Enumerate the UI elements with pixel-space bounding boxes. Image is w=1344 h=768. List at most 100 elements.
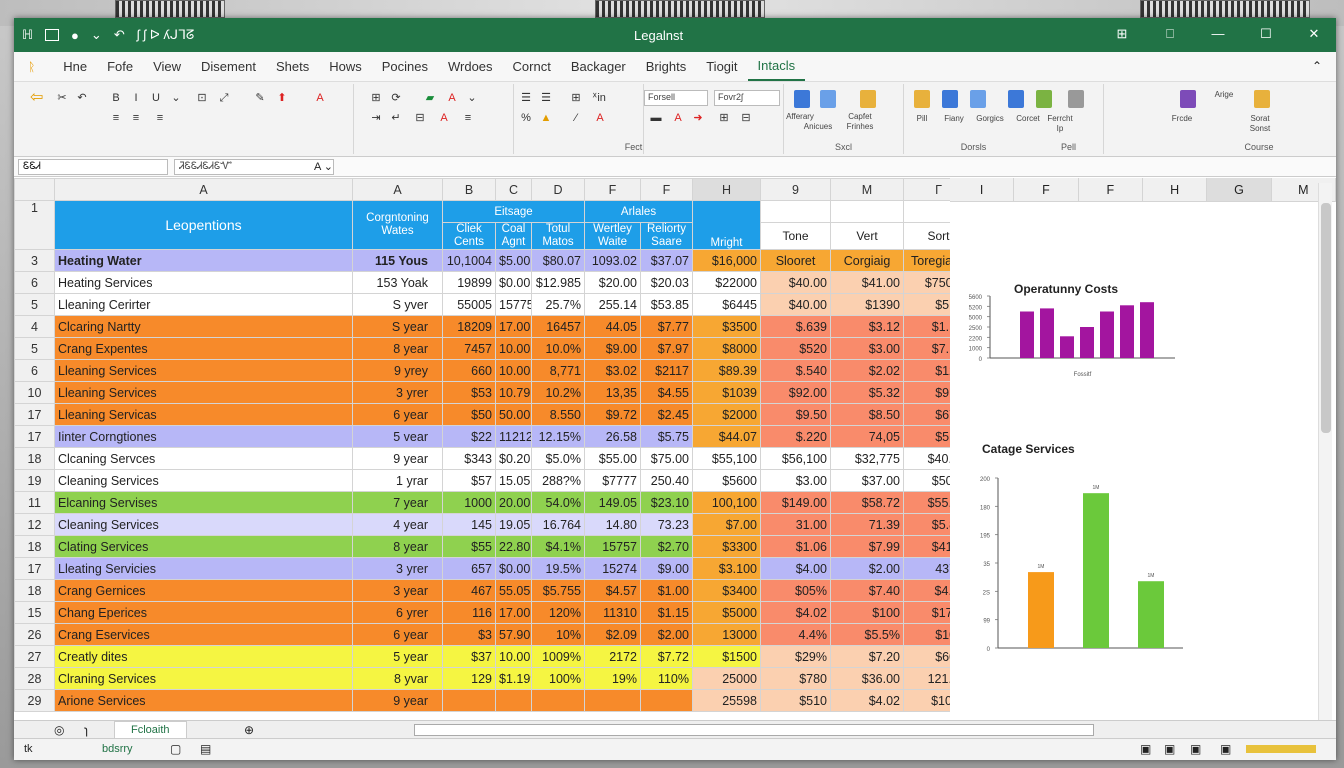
font-color-icon[interactable]: A [672, 112, 684, 124]
value-cell[interactable]: $149.00 [760, 491, 831, 514]
value-cell[interactable]: 7 year [352, 491, 443, 514]
value-cell[interactable]: $7777 [584, 469, 641, 492]
value-cell[interactable]: $55.00 [584, 447, 641, 470]
tab-2[interactable]: View [143, 53, 191, 80]
border-icon[interactable]: ⊡ [196, 92, 208, 104]
row-number[interactable]: 12 [14, 513, 55, 536]
value-cell[interactable]: 55005 [442, 293, 496, 316]
chart-icon[interactable] [820, 90, 836, 108]
value-cell[interactable]: $4.55 [640, 381, 693, 404]
formula-input[interactable]: ᏘᏋᏋᏗᏋᏗᏋᏉ [174, 159, 334, 175]
header-total-matos[interactable]: Totul Matos [531, 222, 585, 250]
value-cell[interactable]: 9 year [352, 447, 443, 470]
value-cell[interactable]: 6 year [352, 403, 443, 426]
sheet-tab[interactable]: Fcloaith [114, 721, 187, 739]
value-cell[interactable]: 19899 [442, 271, 496, 294]
value-cell[interactable]: $7.00 [692, 513, 761, 536]
column-header-1[interactable]: A [352, 178, 443, 201]
align-center-icon[interactable]: ≡ [130, 112, 142, 124]
location-cell[interactable]: Clating Services [54, 535, 353, 558]
value-cell[interactable]: 1 yrar [352, 469, 443, 492]
row-number[interactable]: 11 [14, 491, 55, 514]
value-cell[interactable]: 100,100 [692, 491, 761, 514]
row-number[interactable]: 6 [14, 271, 55, 294]
arrow-icon[interactable]: ➜ [692, 112, 704, 124]
chevron-down-icon[interactable]: ⌄ [91, 27, 102, 43]
value-cell[interactable]: 16.764 [531, 513, 585, 536]
location-cell[interactable]: Iinter Corngtiones [54, 425, 353, 448]
value-cell[interactable]: $50 [442, 403, 496, 426]
location-cell[interactable]: Elcaning Servises [54, 491, 353, 514]
bar-chart-icon[interactable] [942, 90, 958, 108]
fill-icon[interactable]: ▰ [424, 92, 436, 104]
value-cell[interactable]: $8.50 [830, 403, 904, 426]
row-number[interactable]: 4 [14, 315, 55, 338]
minimize-button[interactable]: — [1206, 26, 1230, 42]
value-cell[interactable]: $1500 [692, 645, 761, 668]
header-tone[interactable]: Tone [760, 222, 831, 250]
font-color-icon[interactable]: A [438, 112, 450, 124]
value-cell[interactable]: $.639 [760, 315, 831, 338]
page-break-icon[interactable]: ▣ [1164, 742, 1175, 756]
value-cell[interactable]: $9.00 [640, 557, 693, 580]
value-cell[interactable] [442, 689, 496, 712]
value-cell[interactable]: $20.00 [584, 271, 641, 294]
value-cell[interactable]: $3 [442, 623, 496, 646]
value-cell[interactable]: $7.77 [640, 315, 693, 338]
header-reliorty-saare[interactable]: Reliorty Saare [640, 222, 693, 250]
maximize-button[interactable]: ☐ [1254, 26, 1278, 42]
search-icon[interactable] [860, 90, 876, 108]
value-cell[interactable]: 10.00 [495, 337, 532, 360]
value-cell[interactable]: 149.05 [584, 491, 641, 514]
format-painter-icon[interactable]: ⤢ [218, 92, 230, 104]
tab-7[interactable]: Wrdoes [438, 53, 503, 80]
header-group-usage[interactable]: Eitsage [442, 200, 585, 223]
column-header-6[interactable]: F [640, 178, 693, 201]
row-number[interactable]: 27 [14, 645, 55, 668]
zoom-slider[interactable] [1246, 745, 1316, 753]
tab-3[interactable]: Disement [191, 53, 266, 80]
location-cell[interactable]: Lleaning Services [54, 381, 353, 404]
value-cell[interactable]: 10.2% [531, 381, 585, 404]
value-cell[interactable]: 10.00 [495, 645, 532, 668]
value-cell[interactable]: 44.05 [584, 315, 641, 338]
value-cell[interactable]: $58.72 [830, 491, 904, 514]
value-cell[interactable]: 15775 [495, 293, 532, 316]
value-cell[interactable]: $3.00 [760, 469, 831, 492]
value-cell[interactable] [640, 689, 693, 712]
value-cell[interactable]: $22000 [692, 271, 761, 294]
value-cell[interactable]: $92.00 [760, 381, 831, 404]
value-cell[interactable]: 25598 [692, 689, 761, 712]
value-cell[interactable]: $0.00 [495, 557, 532, 580]
value-cell[interactable]: 8 year [352, 337, 443, 360]
chevron-down-icon[interactable]: ⌄ [466, 92, 478, 104]
value-cell[interactable]: $1.15 [640, 601, 693, 624]
value-cell[interactable]: $1.00 [640, 579, 693, 602]
value-cell[interactable]: $7.40 [830, 579, 904, 602]
select-all-corner[interactable] [14, 178, 55, 201]
value-cell[interactable]: $343 [442, 447, 496, 470]
location-cell[interactable]: Crang Eservices [54, 623, 353, 646]
value-cell[interactable]: $37 [442, 645, 496, 668]
location-cell[interactable]: Lleaning Services [54, 359, 353, 382]
value-cell[interactable]: 26.58 [584, 425, 641, 448]
value-cell[interactable]: $5.5% [830, 623, 904, 646]
value-cell[interactable]: $4.02 [830, 689, 904, 712]
slash-icon[interactable]: ⁄ [570, 112, 582, 124]
value-cell[interactable]: 10.00 [495, 359, 532, 382]
color-a-icon[interactable]: A [446, 92, 458, 104]
empty-cell[interactable] [760, 200, 831, 223]
value-cell[interactable]: $1390 [830, 293, 904, 316]
value-cell[interactable]: $1.199 [495, 667, 532, 690]
value-cell[interactable]: $37.07 [640, 249, 693, 272]
row-number[interactable]: 29 [14, 689, 55, 712]
value-cell[interactable]: 57.90 [495, 623, 532, 646]
percent-icon[interactable]: % [520, 112, 532, 124]
zoom-in-icon[interactable]: ▣ [1220, 742, 1231, 756]
value-cell[interactable]: 15757 [584, 535, 641, 558]
value-cell[interactable]: 13000 [692, 623, 761, 646]
value-cell[interactable]: $5000 [692, 601, 761, 624]
excel-icon[interactable]: ℍ [22, 27, 33, 43]
value-cell[interactable]: $5.0% [531, 447, 585, 470]
value-cell[interactable]: $44.07 [692, 425, 761, 448]
